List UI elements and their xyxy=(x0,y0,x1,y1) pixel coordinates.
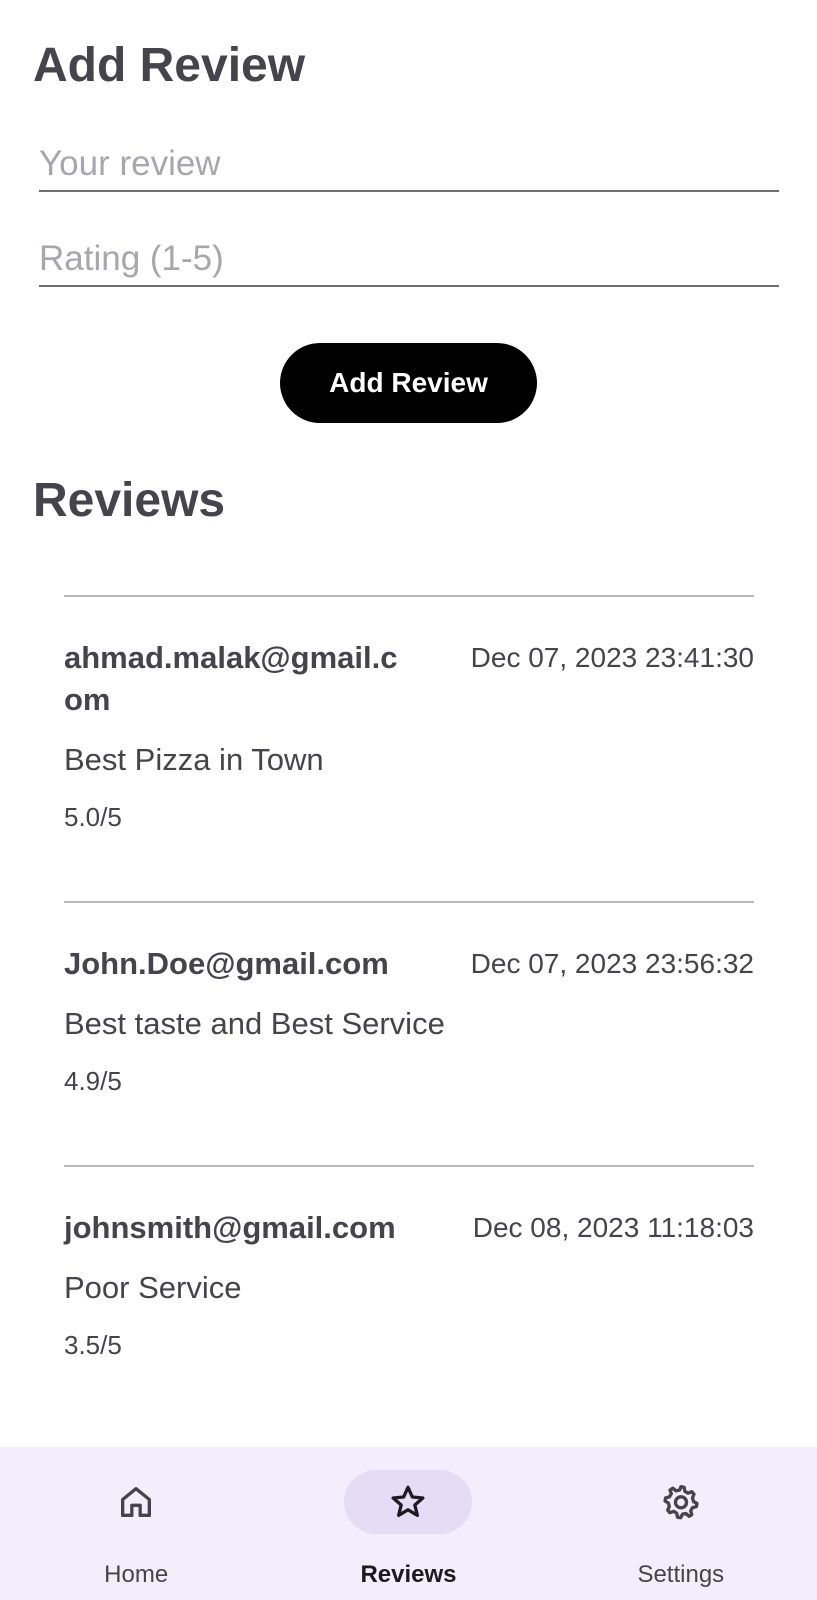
review-rating: 5.0/5 xyxy=(64,802,122,832)
add-review-title: Add Review xyxy=(33,39,306,92)
nav-item-reviews[interactable]: Reviews xyxy=(272,1447,544,1600)
review-header: ahmad.malak@gmail.com Dec 07, 2023 23:41… xyxy=(64,637,754,721)
nav-item-home[interactable]: Home xyxy=(0,1447,272,1600)
nav-label-home: Home xyxy=(104,1561,169,1588)
nav-indicator xyxy=(72,1470,200,1534)
review-header: johnsmith@gmail.com Dec 08, 2023 11:18:0… xyxy=(64,1207,754,1249)
review-rating: 3.5/5 xyxy=(64,1330,122,1360)
review-text: Poor Service xyxy=(64,1270,242,1305)
add-review-button[interactable]: Add Review xyxy=(280,343,537,423)
review-rating: 4.9/5 xyxy=(64,1066,122,1096)
review-header: John.Doe@gmail.com Dec 07, 2023 23:56:32 xyxy=(64,943,754,985)
nav-label-settings: Settings xyxy=(637,1561,725,1588)
review-input[interactable] xyxy=(39,138,779,192)
review-text: Best taste and Best Service xyxy=(64,1006,445,1041)
review-item: John.Doe@gmail.com Dec 07, 2023 23:56:32… xyxy=(64,901,754,1165)
rating-input[interactable] xyxy=(39,233,779,287)
star-icon xyxy=(391,1485,425,1517)
review-item: ahmad.malak@gmail.com Dec 07, 2023 23:41… xyxy=(64,595,754,901)
reviews-list: ahmad.malak@gmail.com Dec 07, 2023 23:41… xyxy=(64,595,754,1429)
nav-label-reviews: Reviews xyxy=(360,1561,457,1588)
review-date: Dec 07, 2023 23:41:30 xyxy=(470,642,754,673)
reviews-title: Reviews xyxy=(33,474,226,527)
review-author-email: John.Doe@gmail.com xyxy=(64,946,389,981)
review-date: Dec 08, 2023 11:18:03 xyxy=(472,1212,754,1243)
bottom-navigation-bar: Home Reviews Settings xyxy=(0,1447,817,1600)
nav-indicator-active xyxy=(344,1470,473,1534)
nav-item-settings[interactable]: Settings xyxy=(545,1447,817,1600)
review-item: johnsmith@gmail.com Dec 08, 2023 11:18:0… xyxy=(64,1165,754,1429)
home-icon xyxy=(121,1487,152,1517)
nav-indicator xyxy=(617,1470,745,1534)
review-author-email: ahmad.malak@gmail.com xyxy=(64,640,398,717)
gear-icon xyxy=(663,1485,699,1520)
review-text: Best Pizza in Town xyxy=(64,742,324,777)
review-author-email: johnsmith@gmail.com xyxy=(64,1210,396,1245)
review-date: Dec 07, 2023 23:56:32 xyxy=(470,948,754,979)
